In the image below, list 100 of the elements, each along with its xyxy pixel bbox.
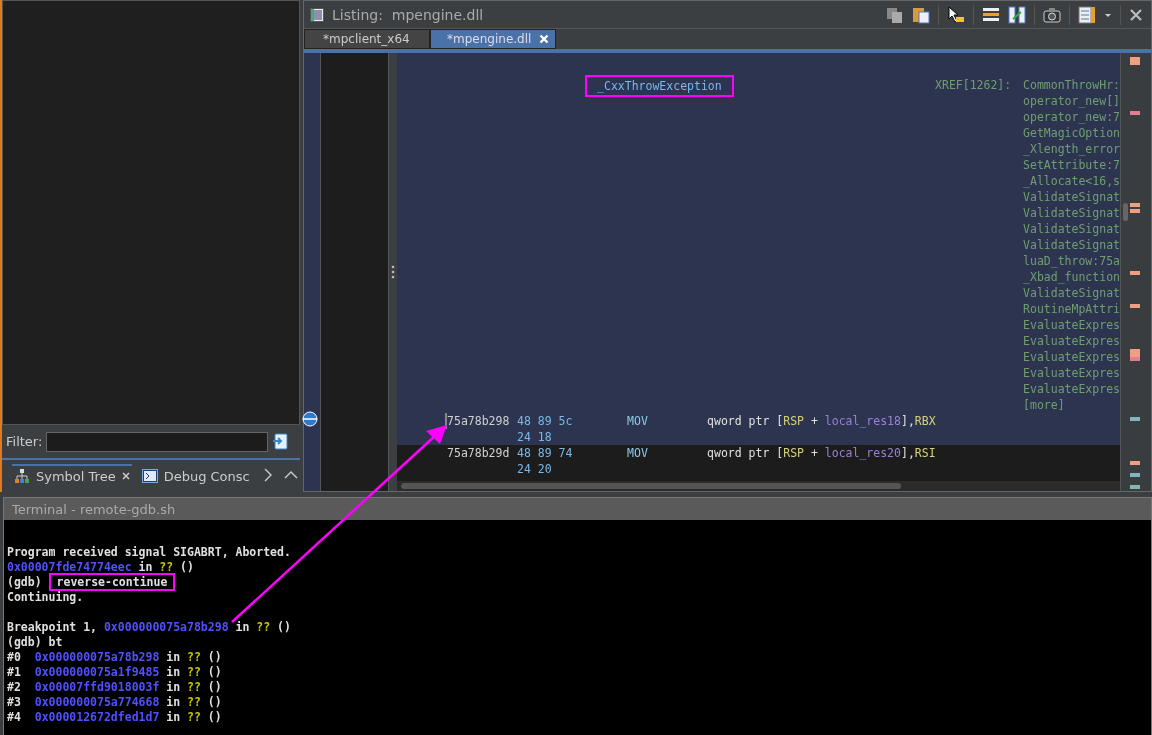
unknown-symbol-text: ?? <box>159 560 174 574</box>
xref-link[interactable]: EvaluateExpres <box>1023 317 1120 333</box>
listing-icon <box>310 7 325 22</box>
scrollbar-thumb[interactable] <box>1123 203 1128 221</box>
terminal-text: in <box>165 680 182 694</box>
bytes-text: 48 89 5c <box>517 413 574 429</box>
address-text: 0x000012672dfed1d7 <box>34 710 160 724</box>
terminal-text: (gdb) <box>7 575 43 589</box>
xref-link[interactable]: operator_new:7 <box>1023 109 1120 125</box>
terminal-text: (gdb) bt <box>7 635 63 649</box>
unknown-symbol-text: ?? <box>256 620 271 634</box>
terminal-text: () <box>206 680 222 694</box>
window-title: Terminal - remote-gdb.sh <box>12 501 176 517</box>
command-text: reverse-continue <box>48 573 176 591</box>
xref-link[interactable]: EvaluateExpres <box>1023 349 1120 365</box>
xref-link[interactable]: RoutineMpAttri <box>1023 301 1120 317</box>
unknown-symbol-text: ?? <box>187 710 201 724</box>
terminal-text: Continuing. <box>7 590 84 604</box>
bytes-text: 48 89 74 <box>517 445 574 461</box>
terminal-text: #2 <box>7 680 22 694</box>
xref-link[interactable]: EvaluateExpres <box>1023 365 1120 381</box>
list-icon[interactable] <box>982 5 1000 24</box>
terminal-text: () <box>276 620 291 634</box>
terminal-text: #4 <box>7 710 22 724</box>
close-icon[interactable] <box>1129 7 1143 22</box>
cursor-icon[interactable] <box>947 5 965 24</box>
terminal-text: #1 <box>7 665 22 679</box>
xref-link[interactable]: EvaluateExpres <box>1023 333 1120 349</box>
splitter-handle-icon[interactable] <box>391 265 396 279</box>
operand-text: qword ptr [RSP + local_res20],RSI <box>707 445 937 462</box>
terminal-text: #3 <box>7 695 22 709</box>
mnemonic-text: MOV <box>627 445 649 462</box>
address-text: 0x000000075a78b298 <box>103 620 229 634</box>
panel-tab[interactable]: Symbol Tree <box>12 464 132 486</box>
bytes-text: 24 20 <box>517 461 553 477</box>
terminal-text: in <box>165 665 182 679</box>
terminal-text: () <box>206 650 222 664</box>
instruction-row[interactable]: 75a78b29d 48 89 74 24 20 MOV qword ptr [RSP + local_res20],RSI <box>397 445 1120 477</box>
layout-icon[interactable] <box>1078 5 1096 24</box>
console-icon <box>141 469 158 483</box>
terminal-text: in <box>165 695 182 709</box>
xref-link[interactable]: _Xbad_function <box>1023 269 1120 285</box>
cursor-marker-icon <box>302 411 319 427</box>
unknown-symbol-text: ?? <box>187 650 201 664</box>
unknown-symbol-text: ?? <box>187 695 201 709</box>
xref-link[interactable]: _Xlength_error <box>1023 141 1120 157</box>
xref-link[interactable]: ValidateSignat <box>1023 189 1120 205</box>
xref-link[interactable]: _Allocate<16,s <box>1023 173 1120 189</box>
terminal-text: () <box>206 695 222 709</box>
terminal-text: Breakpoint 1, <box>7 620 98 634</box>
terminal-text: in <box>137 560 154 574</box>
address-text: 0x00007fde74774eec <box>7 560 132 574</box>
chevron-right-icon[interactable] <box>263 468 272 482</box>
address-text: 0x000000075a1f9485 <box>34 665 160 679</box>
terminal-text: () <box>206 710 222 724</box>
xref-link[interactable]: SetAttribute:7 <box>1023 157 1120 173</box>
file-tab[interactable]: *mpclient_x64 <box>304 29 431 49</box>
terminal-text: Program received signal SIGABRT, Aborted. <box>7 545 291 559</box>
terminal-text: in <box>234 620 251 634</box>
function-label[interactable]: _CxxThrowException <box>585 75 734 97</box>
unknown-symbol-text: ?? <box>187 665 201 679</box>
xref-link[interactable]: ValidateSignat <box>1023 237 1120 253</box>
window-title: Listing: mpengine.dll <box>332 6 484 23</box>
file-tab[interactable]: *mpengine.dll <box>430 29 557 49</box>
operand-text: qword ptr [RSP + local_res18],RBX <box>707 413 937 430</box>
bytes-text: 24 18 <box>517 429 553 445</box>
terminal-text: () <box>206 665 222 679</box>
terminal-text: () <box>179 560 194 574</box>
address-text: 0x000000075a774668 <box>34 695 160 709</box>
panel-tab[interactable]: Debug Consc <box>139 464 252 486</box>
address-text: 0x00007ffd9018003f <box>34 680 160 694</box>
xref-link[interactable]: EvaluateExpres <box>1023 381 1120 397</box>
diff-icon[interactable] <box>1008 5 1026 24</box>
xref-link[interactable]: operator_new[] <box>1023 93 1120 109</box>
filter-options-icon[interactable] <box>272 433 290 450</box>
instruction-row[interactable]: 75a78b298 48 89 5c 24 18 MOV qword ptr [RSP + local_res18],RBX <box>397 413 1120 445</box>
terminal-text: in <box>165 710 182 724</box>
xref-link[interactable]: GetMagicOption <box>1023 125 1120 141</box>
filter-field[interactable] <box>46 431 269 452</box>
terminal-text: in <box>165 650 182 664</box>
xref-link[interactable]: ValidateSignat <box>1023 221 1120 237</box>
tree-icon <box>14 468 30 484</box>
xref-link[interactable]: CommonThrowHr: <box>1023 77 1120 93</box>
mnemonic-text: MOV <box>627 413 649 430</box>
address-text: 0x000000075a78b298 <box>34 650 160 664</box>
close-icon[interactable] <box>121 472 130 480</box>
paste-icon[interactable] <box>912 5 930 24</box>
xref-link[interactable]: ValidateSignat <box>1023 285 1120 301</box>
xref-link[interactable]: ValidateSignat <box>1023 205 1120 221</box>
address-text: 75a78b29d <box>447 445 511 461</box>
copy-icon[interactable] <box>886 5 904 24</box>
xref-link[interactable]: luaD_throw:75a <box>1023 253 1120 269</box>
terminal-text: #0 <box>7 650 22 664</box>
xref-label: XREF[1262]: <box>935 78 1012 92</box>
xref-link[interactable]: [more] <box>1023 397 1120 413</box>
filter-label: Filter: <box>6 434 43 449</box>
camera-icon[interactable] <box>1043 5 1061 24</box>
horizontal-scrollbar[interactable] <box>397 481 1120 491</box>
chevron-up-icon[interactable] <box>283 471 298 479</box>
unknown-symbol-text: ?? <box>187 680 201 694</box>
